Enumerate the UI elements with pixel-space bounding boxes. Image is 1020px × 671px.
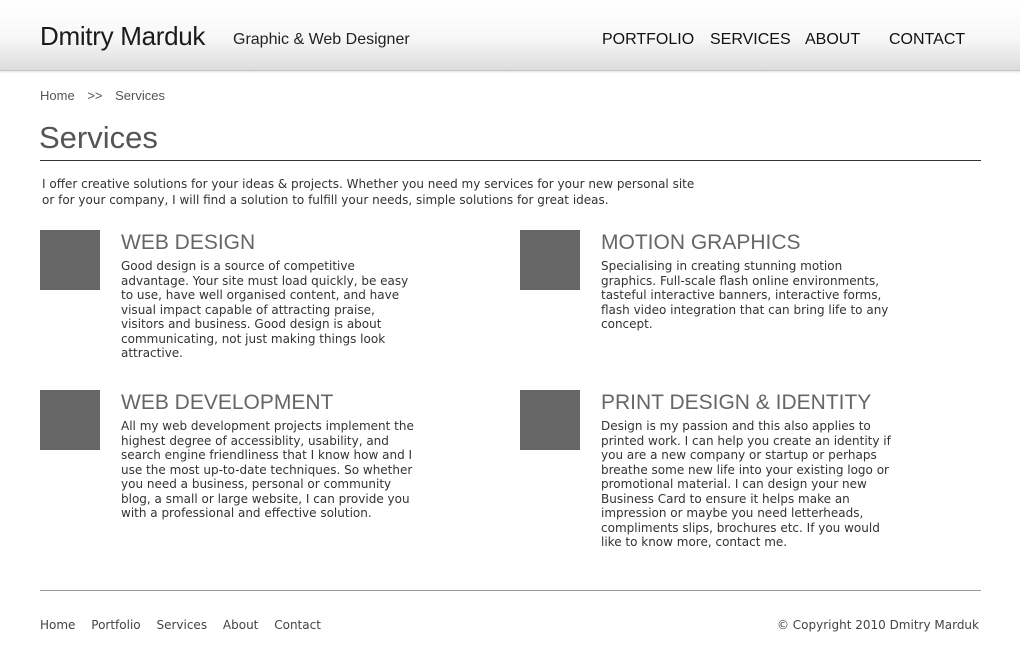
breadcrumb-home[interactable]: Home [40, 88, 75, 103]
service-thumbnail [40, 230, 100, 290]
nav-contact[interactable]: CONTACT [889, 31, 965, 49]
page-title: Services [39, 120, 158, 155]
footer-link-home[interactable]: Home [40, 618, 75, 632]
title-divider [40, 160, 981, 161]
intro-line-1: I offer creative solutions for your idea… [42, 177, 695, 191]
service-thumbnail [40, 390, 100, 450]
footer-link-contact[interactable]: Contact [274, 618, 321, 632]
service-description: All my web development projects implemen… [121, 419, 414, 520]
service-title: MOTION GRAPHICS [601, 231, 801, 254]
breadcrumb-current: Services [115, 88, 165, 103]
service-title: WEB DEVELOPMENT [121, 391, 334, 414]
footer-divider [40, 590, 981, 591]
main-nav: PORTFOLIO SERVICES ABOUT CONTACT [0, 31, 1020, 51]
service-title: PRINT DESIGN & IDENTITY [601, 391, 872, 414]
service-description: Specialising in creating stunning motion… [601, 259, 889, 331]
copyright-text: © Copyright 2010 Dmitry Marduk [776, 618, 979, 632]
breadcrumb-separator: >> [87, 88, 103, 103]
footer-link-about[interactable]: About [223, 618, 258, 632]
service-thumbnail [520, 230, 580, 290]
footer-link-portfolio[interactable]: Portfolio [91, 618, 140, 632]
breadcrumb: Home >> Services [40, 88, 174, 103]
footer-nav: Home Portfolio Services About Contact [40, 618, 333, 632]
service-title: WEB DESIGN [121, 231, 256, 254]
nav-portfolio[interactable]: PORTFOLIO [602, 31, 694, 49]
service-description: Design is my passion and this also appli… [601, 419, 891, 549]
service-description: Good design is a source of competitive a… [121, 259, 409, 360]
nav-about[interactable]: ABOUT [805, 31, 860, 49]
intro-text: I offer creative solutions for your idea… [42, 176, 742, 208]
service-thumbnail [520, 390, 580, 450]
footer-link-services[interactable]: Services [156, 618, 207, 632]
nav-services[interactable]: SERVICES [710, 31, 791, 49]
intro-line-2: or for your company, I will find a solut… [42, 193, 609, 207]
site-header: Dmitry Marduk Graphic & Web Designer POR… [0, 0, 1020, 71]
